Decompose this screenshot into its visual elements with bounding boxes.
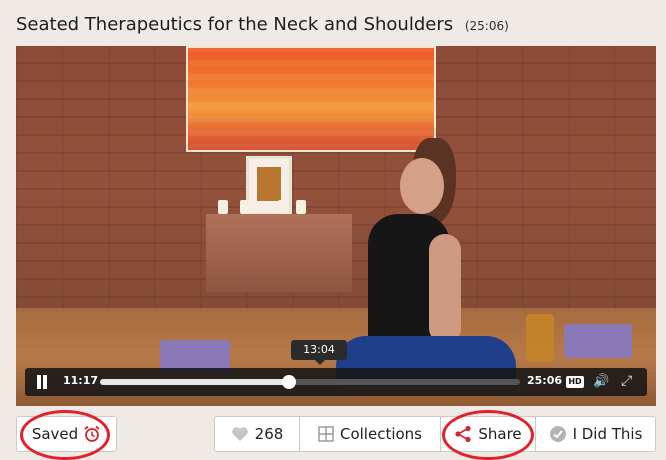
grid-icon [318, 426, 334, 442]
video-scene-person-head [400, 158, 444, 214]
volume-icon[interactable]: 🔊 [593, 374, 609, 389]
hd-toggle[interactable]: HD [566, 376, 584, 388]
pause-icon [43, 375, 47, 389]
collections-label: Collections [339, 425, 422, 443]
share-label: Share [478, 425, 522, 443]
collections-button[interactable]: Collections [299, 416, 441, 452]
video-player[interactable]: 13:04 11:17 25:06 HD 🔊 ⤢ [16, 46, 656, 406]
progress-bar[interactable] [100, 375, 520, 389]
video-title: Seated Therapeutics for the Neck and Sho… [16, 14, 454, 35]
saved-button[interactable]: Saved [16, 416, 117, 452]
current-time: 11:17 [63, 374, 99, 387]
like-button[interactable]: 268 [214, 416, 300, 452]
did-this-button[interactable]: I Did This [535, 416, 656, 452]
saved-label: Saved [31, 425, 79, 443]
pause-icon [37, 375, 41, 389]
video-scene-lantern [526, 314, 554, 362]
video-duration: (25:06) [464, 19, 509, 33]
progress-fill [100, 379, 289, 385]
likes-count: 268 [254, 425, 284, 443]
alarm-clock-icon [84, 425, 100, 442]
did-this-label: I Did This [572, 425, 643, 443]
share-button[interactable]: Share [440, 416, 536, 452]
video-scene-painting [186, 46, 436, 152]
total-time: 25:06 [527, 374, 563, 387]
seek-tooltip: 13:04 [291, 340, 347, 365]
page-title: Seated Therapeutics for the Neck and Sho… [16, 14, 509, 35]
video-scene-person-arm [429, 234, 461, 344]
heart-icon [231, 427, 248, 441]
player-controls: 11:17 25:06 HD 🔊 ⤢ [25, 368, 647, 396]
progress-handle[interactable] [282, 375, 296, 389]
video-scene-candles [218, 196, 308, 214]
fullscreen-icon[interactable]: ⤢ [621, 373, 632, 389]
share-icon [455, 425, 471, 443]
video-scene-yoga-block [564, 324, 632, 358]
video-scene-altar [206, 214, 352, 292]
check-circle-icon [549, 426, 566, 442]
pause-button[interactable] [35, 375, 49, 389]
